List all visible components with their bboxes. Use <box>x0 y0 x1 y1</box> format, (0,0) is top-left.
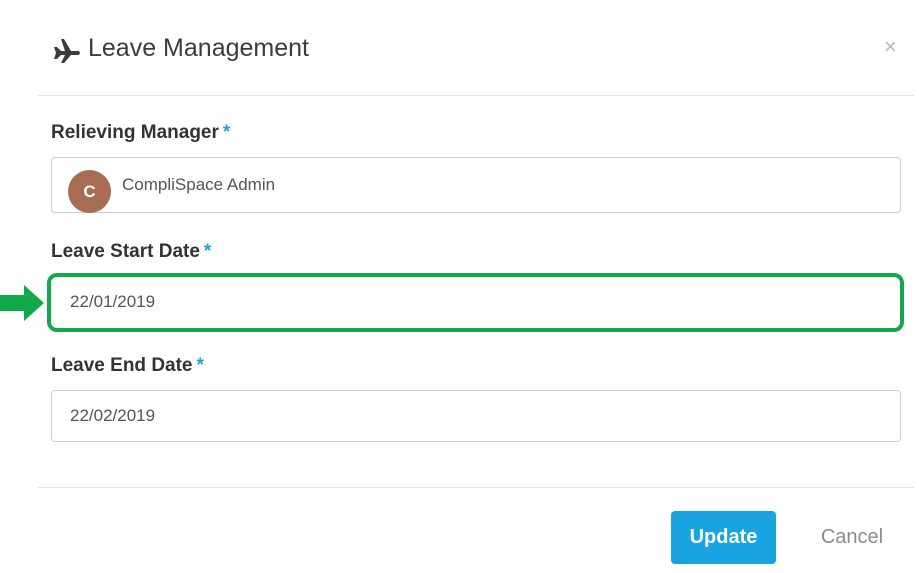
required-asterisk: * <box>222 122 231 143</box>
footer-divider <box>38 487 914 488</box>
airplane-icon <box>54 39 80 63</box>
relieving-manager-label-text: Relieving Manager <box>51 122 219 143</box>
update-button[interactable]: Update <box>671 511 776 564</box>
cancel-button[interactable]: Cancel <box>806 511 898 564</box>
modal-title: Leave Management <box>88 34 309 62</box>
arrow-right-icon <box>0 285 44 321</box>
leave-management-modal: Leave Management × Relieving Manager * C … <box>0 0 919 573</box>
modal-header: Leave Management × <box>38 0 914 96</box>
relieving-manager-label: Relieving Manager * <box>51 122 230 144</box>
required-asterisk: * <box>203 241 212 262</box>
leave-end-date-label-text: Leave End Date <box>51 355 193 376</box>
required-asterisk: * <box>196 355 204 376</box>
leave-start-date-label: Leave Start Date * <box>51 241 211 263</box>
leave-end-date-label: Leave End Date * <box>51 355 204 377</box>
avatar: C <box>68 170 111 213</box>
leave-end-date-field[interactable]: 22/02/2019 <box>51 390 901 442</box>
leave-end-date-value: 22/02/2019 <box>70 406 156 425</box>
leave-start-date-label-text: Leave Start Date <box>51 241 200 262</box>
close-icon[interactable]: × <box>884 36 897 58</box>
relieving-manager-select[interactable]: C CompliSpace Admin <box>51 157 901 213</box>
highlight-box <box>47 273 904 332</box>
relieving-manager-value: CompliSpace Admin <box>122 175 276 194</box>
